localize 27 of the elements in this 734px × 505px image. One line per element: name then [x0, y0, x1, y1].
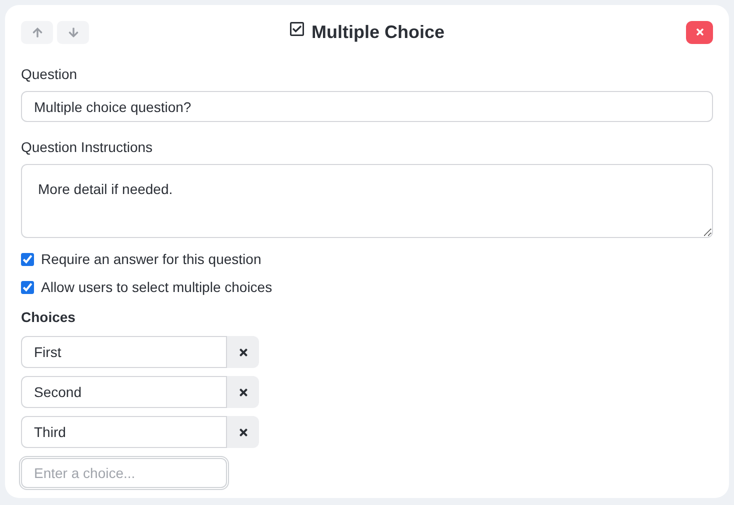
- section-heading: Choices: [21, 308, 76, 327]
- new-choice-field[interactable]: Enter a choice...: [19, 456, 229, 490]
- checkbox[interactable]: [21, 252, 34, 266]
- choice-field[interactable]: Second: [21, 376, 227, 408]
- move-up-button[interactable]: [21, 20, 53, 44]
- remove-choice-button[interactable]: [227, 376, 259, 408]
- close-icon: [238, 426, 248, 438]
- remove-choice-button[interactable]: [227, 416, 259, 448]
- arrow-up-icon: [32, 26, 42, 38]
- question-field[interactable]: Multiple choice question?: [21, 91, 713, 122]
- arrow-down-icon: [68, 26, 78, 38]
- close-icon: [238, 386, 248, 398]
- choice-field[interactable]: Third: [21, 416, 227, 448]
- checkbox-label: Allow users to select multiple choices: [41, 278, 272, 297]
- close-icon: [238, 346, 248, 358]
- checkbox-label: Require an answer for this question: [41, 250, 262, 269]
- field-label: Question: [21, 65, 78, 84]
- move-down-button[interactable]: [57, 20, 89, 44]
- field-label: Question Instructions: [21, 138, 154, 157]
- remove-choice-button[interactable]: [227, 336, 259, 368]
- choice-field[interactable]: First: [21, 336, 227, 368]
- card-title: Multiple Choice: [311, 20, 444, 44]
- close-button[interactable]: [686, 20, 713, 44]
- close-icon: [694, 27, 704, 37]
- instructions-field[interactable]: More detail if needed.: [21, 164, 713, 238]
- checkbox[interactable]: [21, 280, 34, 294]
- checkbox-icon: [289, 21, 306, 37]
